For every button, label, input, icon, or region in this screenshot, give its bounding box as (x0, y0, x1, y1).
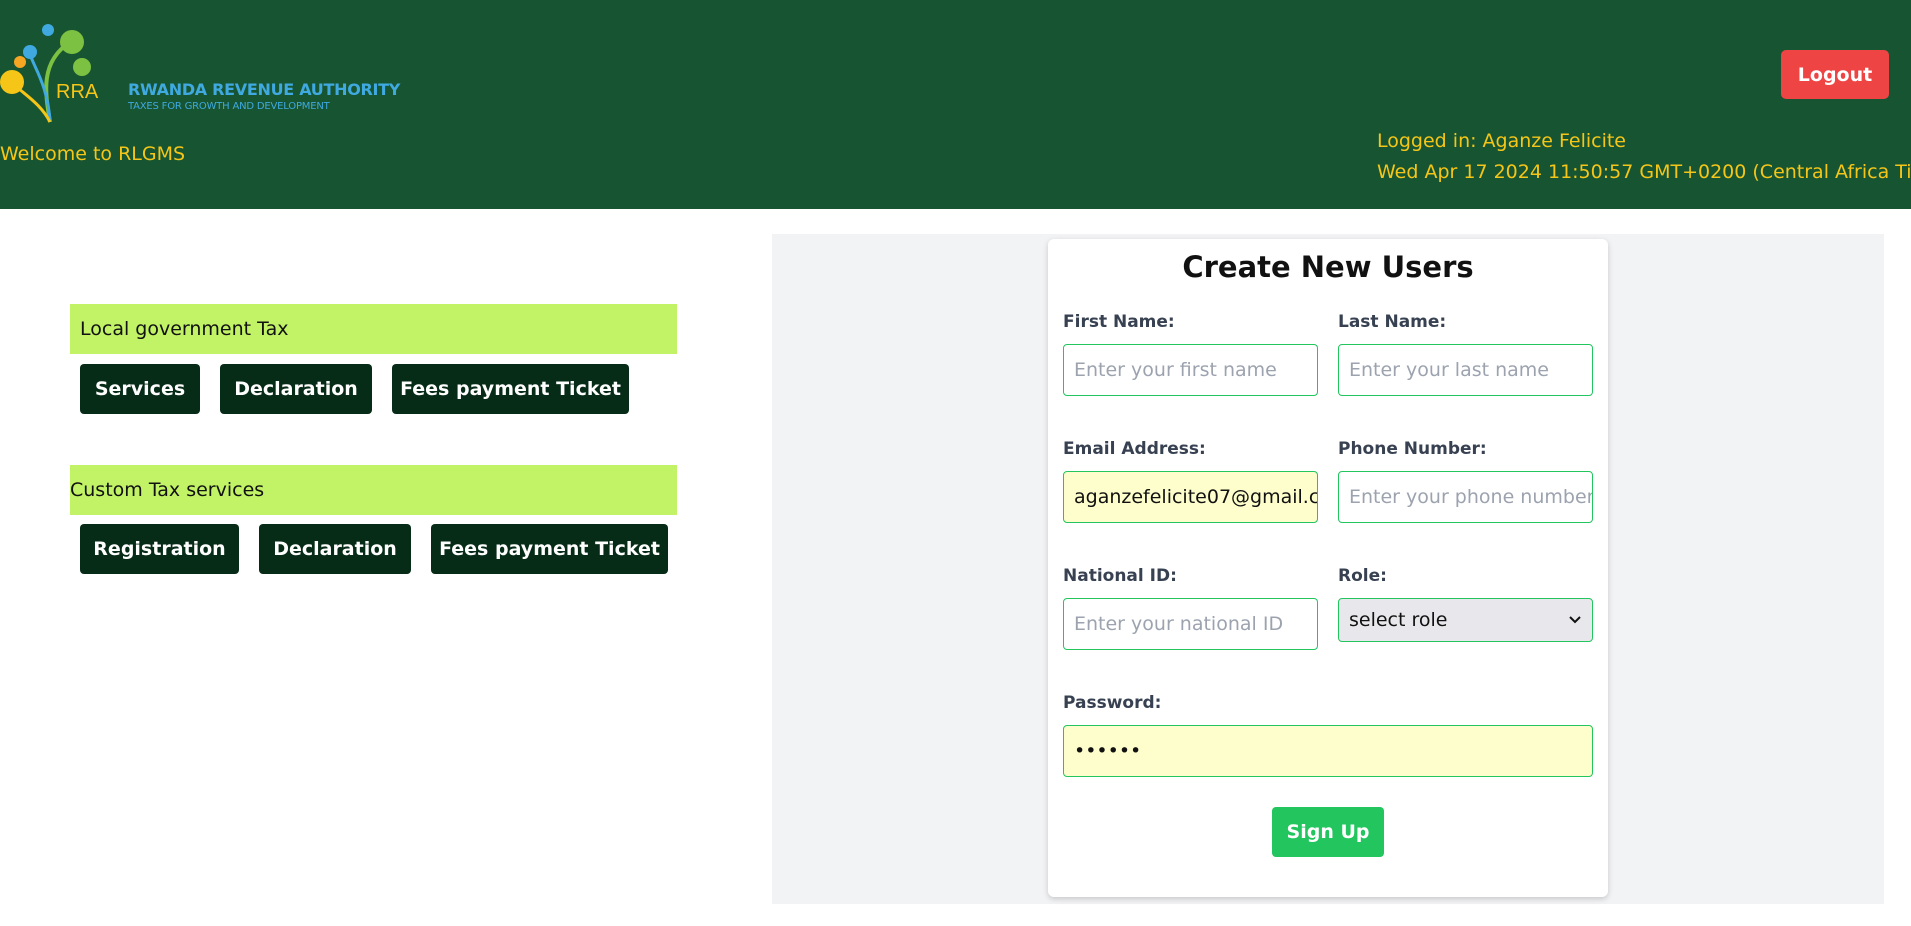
password-input[interactable] (1063, 725, 1593, 777)
form-title: Create New Users (1182, 250, 1474, 284)
local-declaration-button[interactable]: Declaration (220, 364, 372, 414)
brand-name: RWANDA REVENUE AUTHORITY (128, 80, 401, 99)
rra-logo: RRA (0, 24, 99, 123)
role-selected-value: select role (1349, 609, 1448, 631)
last-name-input[interactable] (1338, 344, 1593, 396)
services-button[interactable]: Services (80, 364, 200, 414)
last-name-label: Last Name: (1338, 312, 1447, 332)
brand: RWANDA REVENUE AUTHORITY TAXES FOR GROWT… (128, 80, 400, 112)
national-id-input[interactable] (1063, 598, 1318, 650)
first-name-input[interactable] (1063, 344, 1318, 396)
sign-up-button[interactable]: Sign Up (1272, 807, 1384, 857)
registration-button[interactable]: Registration (80, 524, 239, 574)
email-label: Email Address: (1063, 439, 1206, 459)
first-name-label: First Name: (1063, 312, 1175, 332)
logged-in-user: Logged in: Aganze Felicite (1377, 130, 1626, 152)
logout-button[interactable]: Logout (1781, 50, 1889, 99)
password-label: Password: (1063, 693, 1162, 713)
phone-input[interactable] (1338, 471, 1593, 523)
brand-tagline: TAXES FOR GROWTH AND DEVELOPMENT (128, 101, 330, 112)
chevron-down-icon (1569, 616, 1581, 624)
user-info: Logged in: Aganze Felicite Wed Apr 17 20… (1377, 126, 1911, 188)
section-local-government-tax: Local government Tax (70, 304, 677, 354)
svg-text:RRA: RRA (56, 81, 99, 103)
local-fees-payment-ticket-button[interactable]: Fees payment Ticket (392, 364, 629, 414)
email-input[interactable] (1063, 471, 1318, 523)
custom-declaration-button[interactable]: Declaration (259, 524, 411, 574)
role-select[interactable]: select role (1338, 598, 1593, 642)
welcome-text: Welcome to RLGMS (0, 143, 186, 165)
custom-fees-payment-ticket-button[interactable]: Fees payment Ticket (431, 524, 668, 574)
national-id-label: National ID: (1063, 566, 1177, 586)
section-custom-tax-services: Custom Tax services (70, 465, 677, 515)
phone-label: Phone Number: (1338, 439, 1487, 459)
top-header: RRA RWANDA REVENUE AUTHORITY TAXES FOR G… (0, 0, 1911, 209)
current-datetime: Wed Apr 17 2024 11:50:57 GMT+0200 (Centr… (1377, 161, 1911, 183)
role-label: Role: (1338, 566, 1387, 586)
